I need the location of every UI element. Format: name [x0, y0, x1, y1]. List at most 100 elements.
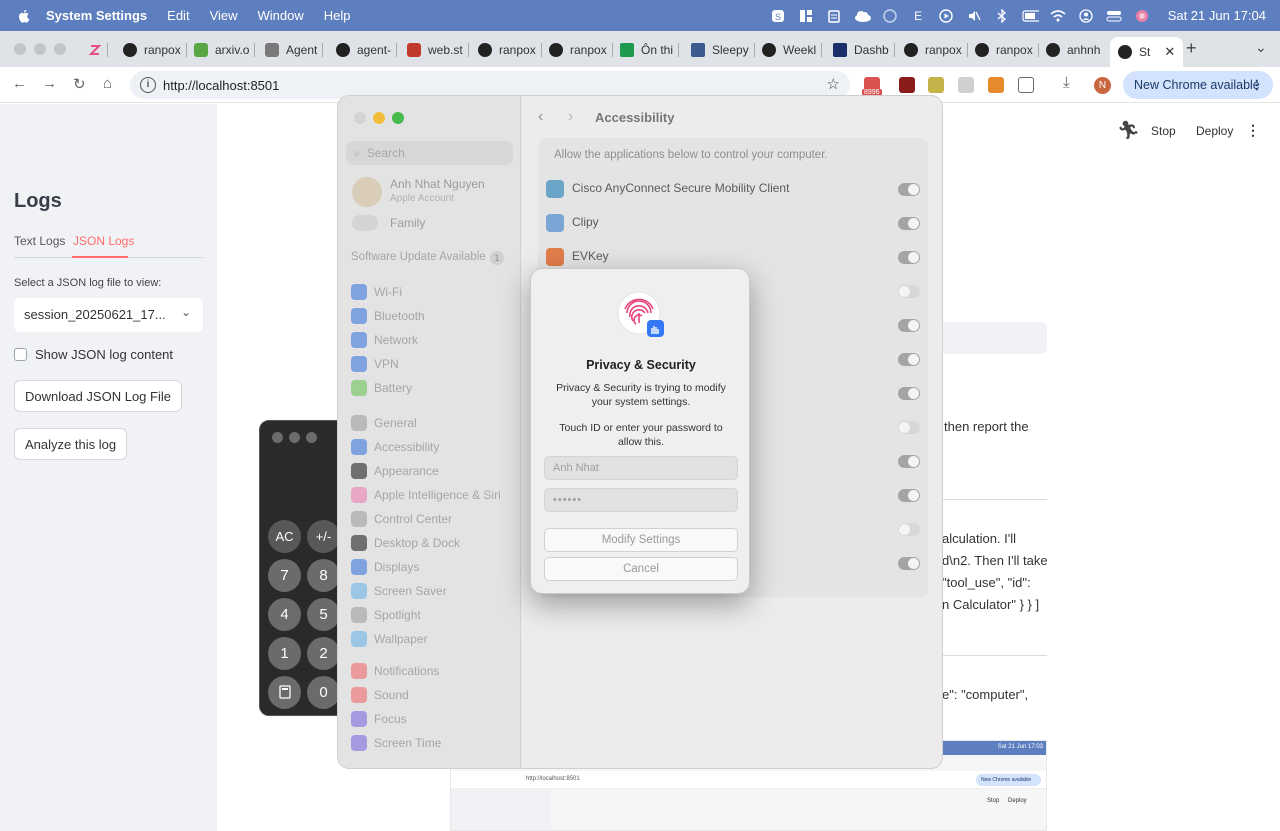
browser-tab[interactable]: arxiv.o: [194, 37, 256, 63]
browser-tab[interactable]: Sleepy: [691, 37, 755, 63]
settings-sidebar-item[interactable]: Screen Time: [351, 734, 441, 752]
metamask-extension-icon[interactable]: [988, 77, 1004, 93]
window-minimize-button[interactable]: [34, 43, 46, 55]
family-item[interactable]: Family: [390, 216, 425, 230]
app-access-toggle[interactable]: [898, 523, 920, 536]
settings-sidebar-item[interactable]: Wallpaper: [351, 630, 428, 648]
extensions-puzzle-icon[interactable]: [1018, 77, 1034, 93]
battery-icon[interactable]: [1022, 7, 1039, 24]
settings-sidebar-item[interactable]: Notifications: [351, 662, 439, 680]
apple-menu-icon[interactable]: [16, 8, 32, 24]
forward-icon[interactable]: →: [42, 75, 57, 92]
stop-button[interactable]: Stop: [1151, 124, 1176, 138]
app-access-toggle[interactable]: [898, 489, 920, 502]
settings-sidebar-item[interactable]: Control Center: [351, 510, 452, 528]
browser-tab-active[interactable]: St ✕: [1110, 37, 1184, 67]
calc-key-2[interactable]: 2: [307, 637, 340, 670]
browser-tab[interactable]: ranpox: [549, 37, 613, 63]
cloud-icon[interactable]: [854, 7, 871, 24]
new-chrome-available-button[interactable]: New Chrome available ⋮: [1123, 71, 1273, 99]
calc-key-1[interactable]: 1: [268, 637, 301, 670]
menu-edit[interactable]: Edit: [167, 8, 189, 23]
reload-icon[interactable]: ↻: [73, 75, 86, 93]
calc-key-8[interactable]: 8: [307, 559, 340, 592]
control-center-icon[interactable]: [1106, 7, 1123, 24]
menu-clock[interactable]: Sat 21 Jun 17:04: [1168, 8, 1266, 23]
app-access-toggle[interactable]: [898, 455, 920, 468]
app-access-toggle[interactable]: [898, 353, 920, 366]
settings-sidebar-item[interactable]: Accessibility: [351, 438, 439, 456]
new-tab-icon[interactable]: +: [1186, 38, 1197, 59]
bookmark-star-icon[interactable]: ☆: [827, 75, 840, 93]
play-icon[interactable]: [938, 7, 955, 24]
calc-minimize-button[interactable]: [289, 432, 300, 443]
calc-key-0[interactable]: 0: [307, 676, 340, 709]
profile-avatar[interactable]: N: [1094, 77, 1111, 94]
site-info-icon[interactable]: i: [140, 77, 156, 93]
mute-icon[interactable]: [966, 7, 983, 24]
calc-zoom-button[interactable]: [306, 432, 317, 443]
main-menu-icon[interactable]: ⋮: [1246, 122, 1260, 139]
close-tab-icon[interactable]: ✕: [1164, 44, 1175, 60]
settings-sidebar-item[interactable]: Wi-Fi: [351, 283, 402, 301]
browser-tab[interactable]: ranpox: [123, 37, 187, 63]
settings-sidebar-item[interactable]: Apple Intelligence & Siri: [351, 486, 501, 504]
username-field[interactable]: Anh Nhat: [544, 456, 738, 480]
settings-sidebar-item[interactable]: Displays: [351, 558, 419, 576]
skype-icon[interactable]: S: [770, 7, 787, 24]
window-close-button[interactable]: [14, 43, 26, 55]
browser-tab[interactable]: Ôn thi: [620, 37, 680, 63]
app-access-toggle[interactable]: [898, 557, 920, 570]
home-icon[interactable]: ⌂: [103, 75, 112, 92]
ublock-extension-icon[interactable]: [899, 77, 915, 93]
settings-sidebar-item[interactable]: Spotlight: [351, 606, 421, 624]
menu-help[interactable]: Help: [324, 8, 351, 23]
address-url[interactable]: http://localhost:8501: [163, 78, 279, 93]
wifi-icon[interactable]: [1050, 7, 1067, 24]
browser-tab[interactable]: ranpox: [904, 37, 968, 63]
input-method-indicator[interactable]: E: [910, 7, 927, 24]
deploy-button[interactable]: Deploy: [1196, 124, 1233, 138]
grid-app-icon[interactable]: [798, 7, 815, 24]
calc-key-4[interactable]: 4: [268, 598, 301, 631]
settings-sidebar-item[interactable]: Appearance: [351, 462, 439, 480]
calc-key-5[interactable]: 5: [307, 598, 340, 631]
settings-search-input[interactable]: ⌕ Search: [346, 141, 513, 165]
account-avatar[interactable]: [352, 177, 382, 207]
window-zoom-button[interactable]: [54, 43, 66, 55]
menu-view[interactable]: View: [210, 8, 238, 23]
document-extension-icon[interactable]: [958, 77, 974, 93]
menu-window[interactable]: Window: [258, 8, 304, 23]
app-access-toggle[interactable]: [898, 319, 920, 332]
settings-sidebar-item[interactable]: Screen Saver: [351, 582, 447, 600]
app-access-toggle[interactable]: [898, 217, 920, 230]
menu-app-name[interactable]: System Settings: [46, 8, 147, 23]
calc-close-button[interactable]: [272, 432, 283, 443]
back-icon[interactable]: ←: [12, 75, 27, 92]
settings-sidebar-item[interactable]: VPN: [351, 355, 399, 373]
extension-icon[interactable]: [928, 77, 944, 93]
settings-sidebar-item[interactable]: Desktop & Dock: [351, 534, 460, 552]
calc-key-plus-minus[interactable]: +/-: [307, 520, 340, 553]
browser-tab[interactable]: Agent: [265, 37, 324, 63]
password-field[interactable]: ••••••: [544, 488, 738, 512]
settings-sidebar-item[interactable]: Battery: [351, 379, 412, 397]
modify-settings-button[interactable]: Modify Settings: [544, 528, 738, 552]
browser-tab[interactable]: ranpox: [478, 37, 542, 63]
app-access-toggle[interactable]: [898, 387, 920, 400]
tab-json-logs[interactable]: JSON Logs: [73, 234, 134, 248]
back-chevron-icon[interactable]: ‹: [538, 108, 543, 126]
app-access-toggle[interactable]: [898, 285, 920, 298]
siri-icon[interactable]: [1134, 7, 1151, 24]
show-json-label[interactable]: Show JSON log content: [35, 347, 173, 362]
account-name[interactable]: Anh Nhat Nguyen: [390, 177, 485, 191]
software-update-item[interactable]: Software Update Available: [351, 251, 486, 263]
app-access-toggle[interactable]: [898, 421, 920, 434]
browser-tab[interactable]: Dashb: [833, 37, 895, 63]
show-json-checkbox[interactable]: [14, 348, 27, 361]
download-json-button[interactable]: Download JSON Log File: [14, 380, 182, 412]
calc-mode-icon[interactable]: [268, 676, 301, 709]
chrome-menu-icon[interactable]: ⋮: [1251, 77, 1264, 92]
analyze-log-button[interactable]: Analyze this log: [14, 428, 128, 460]
browser-tab[interactable]: web.st: [407, 37, 469, 63]
